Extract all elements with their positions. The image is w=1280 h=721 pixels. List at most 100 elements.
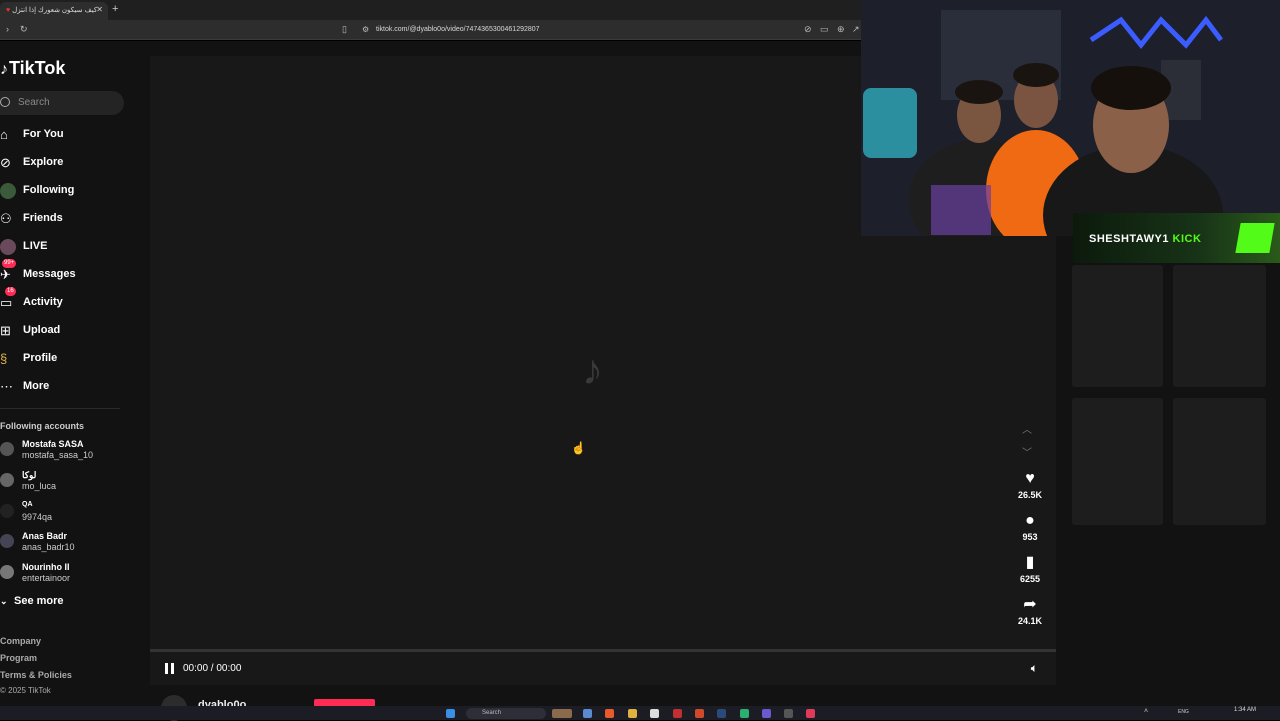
bookmark-page-icon[interactable]: ▯ — [342, 24, 347, 35]
store-icon[interactable] — [650, 709, 659, 718]
zoom-icon[interactable]: ⊕ — [837, 24, 845, 35]
widget-icon[interactable] — [552, 709, 572, 718]
comment-button[interactable]: ● 953 — [1010, 511, 1050, 542]
following-account[interactable]: Anas Badr anas_badr10 — [0, 531, 140, 557]
avatar — [0, 534, 14, 548]
language-indicator[interactable]: ENG — [1178, 709, 1189, 715]
nav-messages[interactable]: ✈ 99+ Messages — [0, 259, 140, 285]
comment-count: 953 — [1022, 532, 1038, 542]
avatar — [0, 442, 14, 456]
chevron-down-icon[interactable]: ﹀ — [1022, 444, 1032, 459]
app-icon[interactable] — [695, 709, 704, 718]
activity-icon: ▭ — [0, 295, 13, 310]
like-button[interactable]: ♥ 26.5K — [1010, 469, 1050, 500]
app-icon[interactable] — [583, 709, 592, 718]
browser-tab[interactable]: ♥ كيف سيكون شعورك إذا انتزل ✕ — [0, 2, 108, 20]
video-thumbnail[interactable] — [1173, 398, 1266, 525]
tiktok-logo[interactable]: ♪TikTok — [0, 58, 65, 79]
following-account[interactable]: لوكا mo_luca — [0, 470, 140, 496]
platform-name: KICK — [1172, 233, 1202, 245]
pause-bar-right — [171, 663, 174, 674]
video-thumbnail[interactable] — [1072, 398, 1163, 525]
reload-icon[interactable]: ↻ — [20, 24, 28, 35]
search-input[interactable]: Search — [0, 91, 124, 115]
steam-icon[interactable] — [717, 709, 726, 718]
taskbar-search-label: Search — [482, 710, 502, 716]
messages-badge: 99+ — [2, 259, 17, 268]
pause-button[interactable] — [165, 663, 175, 674]
home-icon: ⌂ — [0, 127, 8, 142]
webcam-overlay — [861, 0, 1280, 236]
footer-terms-link[interactable]: Terms & Policies — [0, 670, 72, 680]
nav-following[interactable]: Following — [0, 181, 140, 201]
browser-tab-bar: ♥ كيف سيكون شعورك إذا انتزل ✕ + — [0, 0, 862, 20]
following-icon — [0, 183, 16, 199]
taskbar-clock[interactable]: 1:34 AM — [1234, 707, 1256, 714]
extension-icon[interactable]: ⊘ — [804, 24, 812, 35]
new-tab-button[interactable]: + — [112, 3, 118, 15]
chevron-up-icon[interactable]: ︿ — [1022, 421, 1032, 436]
following-account[interactable]: Nourinho II entertainoor — [0, 562, 140, 588]
site-info-icon[interactable]: ⚙ — [362, 25, 369, 34]
brave-icon[interactable] — [605, 709, 614, 718]
hand-cursor-icon: ☝ — [571, 441, 586, 455]
avatar — [0, 565, 14, 579]
url-text: tiktok.com/@dyablo0o/video/7474365300461… — [376, 26, 540, 33]
like-count: 26.5K — [1017, 490, 1043, 500]
tiktok-app-icon[interactable] — [806, 709, 815, 718]
chevron-down-icon: ⌄ — [0, 596, 8, 606]
search-placeholder: Search — [18, 97, 50, 108]
bookmark-count: 6255 — [1019, 574, 1041, 584]
windows-start-icon[interactable] — [446, 709, 455, 718]
profile-icon: § — [0, 351, 8, 366]
pause-bar-left — [165, 663, 168, 674]
sidebar-divider — [0, 408, 120, 409]
webcam-feed-image — [861, 0, 1280, 236]
tiktok-note-icon: ♪ — [0, 61, 8, 78]
nav-explore[interactable]: ⊘ Explore — [0, 153, 140, 173]
app-icon[interactable] — [784, 709, 793, 718]
following-accounts-title: Following accounts — [0, 421, 85, 431]
share-button[interactable]: ➦ 24.1K — [1010, 595, 1050, 626]
footer-program-link[interactable]: Program — [0, 653, 37, 663]
streamer-name: SHESHTAWY1 — [1089, 233, 1169, 245]
nav-upload[interactable]: ⊞ Upload — [0, 321, 140, 341]
kick-logo — [1235, 223, 1275, 253]
taskbar-search[interactable]: Search — [466, 708, 546, 719]
discord-icon[interactable] — [762, 709, 771, 718]
video-thumbnail[interactable] — [1173, 265, 1266, 387]
share-page-icon[interactable]: ↗ — [852, 24, 860, 35]
tab-close-icon[interactable]: ✕ — [96, 5, 103, 14]
nav-profile[interactable]: § Profile — [0, 349, 140, 369]
heart-icon: ♥ — [1025, 470, 1035, 487]
search-icon — [0, 97, 10, 107]
messages-icon: ✈ — [0, 267, 11, 282]
see-more-button[interactable]: ⌄ See more — [0, 595, 64, 607]
nav-friends[interactable]: ⚇ Friends — [0, 209, 140, 229]
video-thumbnail[interactable] — [1072, 265, 1163, 387]
nav-for-you[interactable]: ⌂ For You — [0, 125, 140, 145]
bookmark-button[interactable]: ▮ 6255 — [1010, 553, 1050, 584]
pip-icon[interactable]: ▭ — [820, 24, 829, 35]
compass-icon: ⊘ — [0, 155, 11, 170]
following-account[interactable]: QA 9974qa — [0, 501, 140, 527]
volume-icon[interactable]: 🔈︎ — [1031, 661, 1038, 676]
nav-more[interactable]: ⋯ More — [0, 377, 140, 397]
windows-taskbar: Search ˄ ENG 1:34 AM — [0, 706, 1280, 720]
app-icon[interactable] — [673, 709, 682, 718]
forward-icon[interactable]: › — [6, 24, 9, 34]
app-icon[interactable] — [740, 709, 749, 718]
nav-live[interactable]: LIVE — [0, 237, 140, 257]
sidebar: ♪TikTok Search ⌂ For You ⊘ Explore Follo… — [0, 41, 150, 706]
address-bar[interactable]: tiktok.com/@dyablo0o/video/7474365300461… — [356, 23, 856, 37]
stream-banner-text: SHESHTAWY1 KICK — [1089, 233, 1201, 245]
share-icon: ➦ — [1023, 596, 1037, 613]
tray-chevron-icon[interactable]: ˄ — [1144, 708, 1148, 715]
footer-company-link[interactable]: Company — [0, 636, 41, 646]
nav-activity[interactable]: ▭ 16 Activity — [0, 287, 140, 313]
comment-icon: ● — [1025, 512, 1035, 529]
following-account[interactable]: Mostafa SASA mostafa_sasa_10 — [0, 439, 140, 465]
folder-icon[interactable] — [628, 709, 637, 718]
share-count: 24.1K — [1017, 616, 1043, 626]
copyright: © 2025 TikTok — [0, 686, 51, 695]
